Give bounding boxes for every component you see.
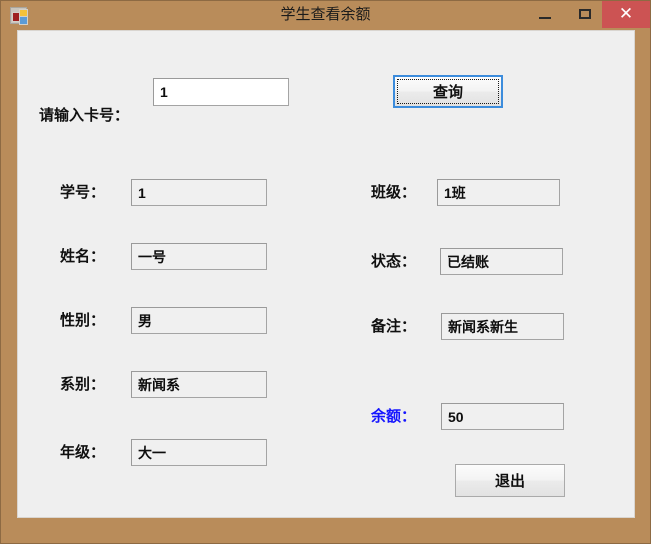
remark-value: 新闻系新生: [441, 313, 564, 340]
remark-label: 备注：: [371, 319, 417, 335]
minimize-icon: [539, 17, 551, 19]
department-value: 新闻系: [131, 371, 267, 398]
query-button[interactable]: 查询: [393, 75, 503, 108]
grade-label: 年级：: [60, 445, 106, 461]
exit-button[interactable]: 退出: [455, 464, 565, 497]
status-label: 状态：: [371, 254, 417, 270]
student-id-value: 1: [131, 179, 267, 206]
name-label: 姓名：: [60, 249, 106, 265]
minimize-button[interactable]: [525, 1, 565, 28]
application-window: 学生查看余额 ✕ 请输入卡号： 查询 学号： 1 姓名： 一号 性别： 男 系别…: [0, 0, 651, 544]
close-button[interactable]: ✕: [602, 1, 650, 28]
close-icon: ✕: [618, 4, 634, 23]
maximize-button[interactable]: [565, 1, 605, 28]
exit-button-label: 退出: [494, 474, 525, 490]
name-value: 一号: [131, 243, 267, 270]
class-value: 1班: [437, 179, 560, 206]
form-client-area: 请输入卡号： 查询 学号： 1 姓名： 一号 性别： 男 系别： 新闻系 年级：…: [17, 30, 635, 518]
balance-value: 50: [441, 403, 564, 430]
gender-value: 男: [131, 307, 267, 334]
department-label: 系别：: [60, 377, 106, 393]
student-id-label: 学号：: [60, 185, 106, 201]
maximize-icon: [579, 9, 591, 19]
balance-label: 余额：: [371, 409, 417, 425]
title-bar: 学生查看余额 ✕: [1, 1, 650, 30]
grade-value: 大一: [131, 439, 267, 466]
class-label: 班级：: [371, 185, 417, 201]
query-button-label: 查询: [432, 85, 463, 101]
gender-label: 性别：: [60, 313, 106, 329]
status-value: 已结账: [440, 248, 563, 275]
card-number-label: 请输入卡号：: [39, 108, 130, 124]
card-number-input[interactable]: [153, 78, 289, 106]
